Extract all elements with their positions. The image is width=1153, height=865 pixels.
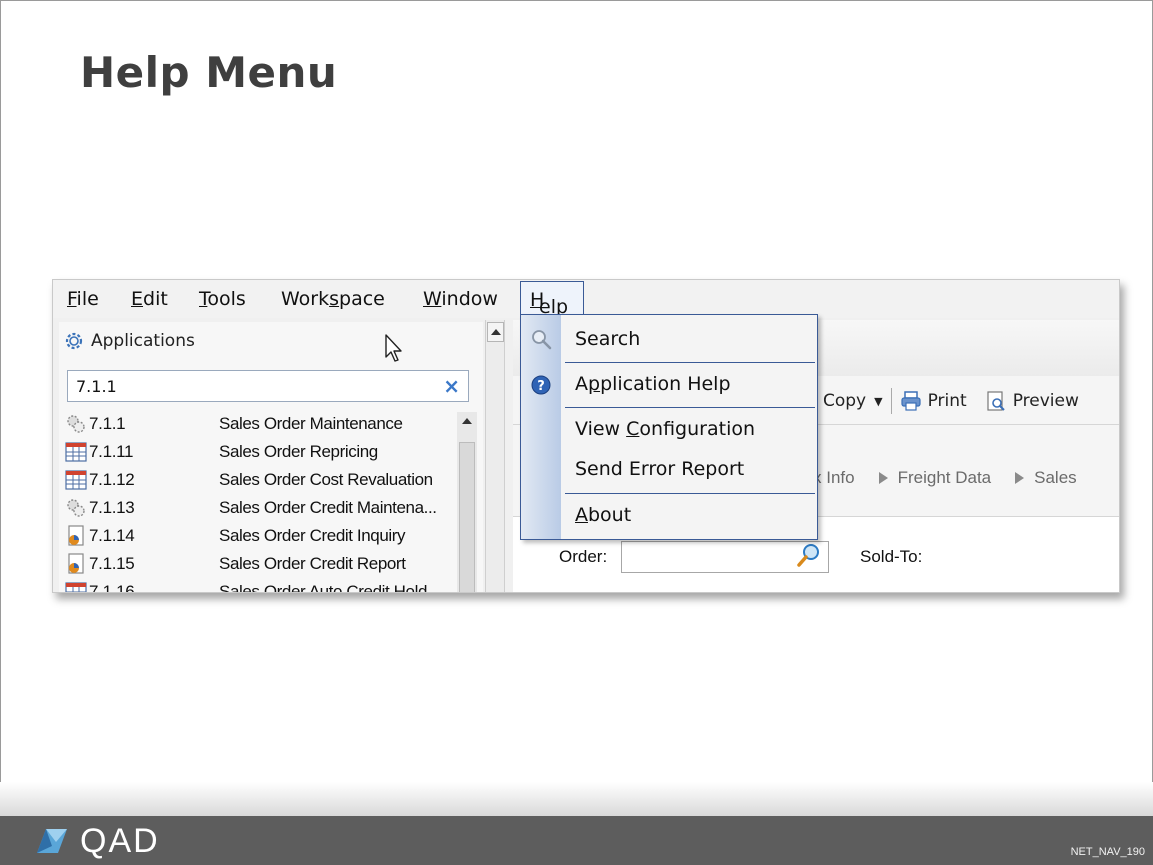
- tab-freight-data[interactable]: Freight Data: [898, 468, 992, 488]
- panel-scrollbar[interactable]: [485, 320, 505, 592]
- footer-bar: QAD NET_NAV_190: [0, 816, 1153, 865]
- gear-icon: [65, 332, 83, 350]
- application-list: 7.1.1 Sales Order Maintenance 7.1.11 Sales …: [65, 410, 455, 593]
- sold-to-label: Sold-To:: [860, 547, 923, 566]
- qad-brand: QAD: [80, 822, 160, 860]
- list-scrollbar[interactable]: [457, 412, 477, 592]
- slide-title: Help Menu: [80, 48, 338, 97]
- application-help-item[interactable]: Application Help: [575, 373, 731, 395]
- tab-sales[interactable]: Sales: [1034, 468, 1077, 488]
- grid-icon: [65, 442, 87, 462]
- menu-window[interactable]: Window: [423, 288, 498, 310]
- menu-file[interactable]: File: [67, 288, 99, 310]
- svg-text:?: ?: [537, 379, 545, 394]
- tab-arrow-icon: [878, 472, 888, 484]
- print-button[interactable]: Print: [900, 390, 967, 412]
- scroll-up-arrow-icon: [491, 329, 501, 335]
- application-title: Sales Order Credit Inquiry: [219, 526, 406, 545]
- application-code: 7.1.15: [89, 554, 135, 573]
- print-label: Print: [927, 391, 967, 411]
- applications-header: Applications: [63, 328, 195, 354]
- application-code: 7.1.13: [89, 498, 135, 517]
- application-list-item[interactable]: 7.1.15 Sales Order Credit Report: [65, 550, 455, 578]
- preview-button[interactable]: Preview: [985, 390, 1079, 412]
- application-list-item[interactable]: 7.1.16 Sales Order Auto Credit Hold: [65, 578, 455, 593]
- order-label: Order:: [559, 547, 608, 566]
- application-list-item[interactable]: 7.1.13 Sales Order Credit Maintena...: [65, 494, 455, 522]
- menu-edit[interactable]: Edit: [131, 288, 168, 310]
- scroll-up-button[interactable]: [487, 322, 504, 342]
- toolbar-divider: [890, 388, 892, 414]
- application-title: Sales Order Auto Credit Hold: [219, 582, 428, 593]
- application-title: Sales Order Repricing: [219, 442, 378, 461]
- grid-icon: [65, 582, 87, 592]
- menu-separator: [565, 362, 815, 363]
- help-circle-icon: ?: [531, 375, 551, 395]
- printer-icon: [900, 391, 921, 411]
- application-code: 7.1.12: [89, 470, 135, 489]
- application-title: Sales Order Maintenance: [219, 414, 403, 433]
- menu-help[interactable]: Help: [520, 281, 584, 318]
- report-icon: [68, 525, 84, 546]
- menu-separator: [565, 493, 815, 494]
- search-value: 7.1.1: [76, 377, 117, 396]
- help-search-item[interactable]: Search: [575, 328, 640, 350]
- footer-fade: [0, 782, 1153, 816]
- preview-icon: [987, 391, 1005, 411]
- application-title: Sales Order Cost Revaluation: [219, 470, 433, 489]
- application-list-item[interactable]: 7.1.12 Sales Order Cost Revaluation: [65, 466, 455, 494]
- application-code: 7.1.1: [89, 414, 126, 433]
- menu-separator: [565, 407, 815, 408]
- application-list-item[interactable]: 7.1.14 Sales Order Credit Inquiry: [65, 522, 455, 550]
- application-title: Sales Order Credit Maintena...: [219, 498, 437, 517]
- send-error-report-item[interactable]: Send Error Report: [575, 458, 744, 480]
- scroll-thumb[interactable]: [459, 442, 475, 592]
- applications-panel: Applications 7.1.1 × 7.1.1 Sales Order Ma…: [59, 322, 483, 593]
- section-tabs: x Info Freight Data Sales: [813, 468, 1077, 488]
- tab-arrow-icon: [1015, 472, 1025, 484]
- application-list-item[interactable]: 7.1.11 Sales Order Repricing: [65, 438, 455, 466]
- application-title: Sales Order Credit Report: [219, 554, 406, 573]
- application-list-item[interactable]: 7.1.1 Sales Order Maintenance: [65, 410, 455, 438]
- menu-help-label: Help: [530, 289, 569, 318]
- help-dropdown-menu: Search ? Application Help View Configura…: [520, 314, 818, 540]
- applications-title: Applications: [91, 331, 195, 351]
- preview-label: Preview: [1012, 391, 1079, 411]
- report-icon: [68, 553, 84, 574]
- tab-tax-info[interactable]: x Info: [813, 468, 855, 488]
- lookup-magnifier-icon[interactable]: [795, 541, 823, 569]
- application-code: 7.1.11: [89, 442, 134, 461]
- copy-label: Copy: [823, 391, 867, 411]
- dropdown-caret-icon: ▼: [874, 394, 883, 408]
- view-configuration-item[interactable]: View Configuration: [575, 418, 755, 440]
- search-icon: [532, 330, 552, 350]
- clear-search-icon[interactable]: ×: [443, 374, 460, 398]
- copy-button[interactable]: Copy ▼: [823, 391, 883, 411]
- gears-icon: [67, 499, 85, 517]
- application-code: 7.1.16: [89, 582, 135, 593]
- qad-logo-icon: [37, 829, 67, 853]
- slide-id: NET_NAV_190: [1070, 846, 1145, 858]
- grid-icon: [65, 470, 87, 490]
- application-search-input[interactable]: 7.1.1 ×: [67, 370, 469, 402]
- mouse-pointer-icon: [385, 334, 402, 362]
- scroll-up-arrow-icon[interactable]: [462, 418, 472, 424]
- menu-workspace[interactable]: Workspace: [281, 288, 385, 310]
- application-code: 7.1.14: [89, 526, 135, 545]
- toolbar: Copy ▼ Print Preview: [823, 384, 1079, 418]
- menu-bar: File Edit Tools Workspace Window: [53, 280, 1119, 318]
- menu-tools[interactable]: Tools: [199, 288, 246, 310]
- gears-icon: [67, 415, 85, 433]
- about-item[interactable]: About: [575, 504, 631, 526]
